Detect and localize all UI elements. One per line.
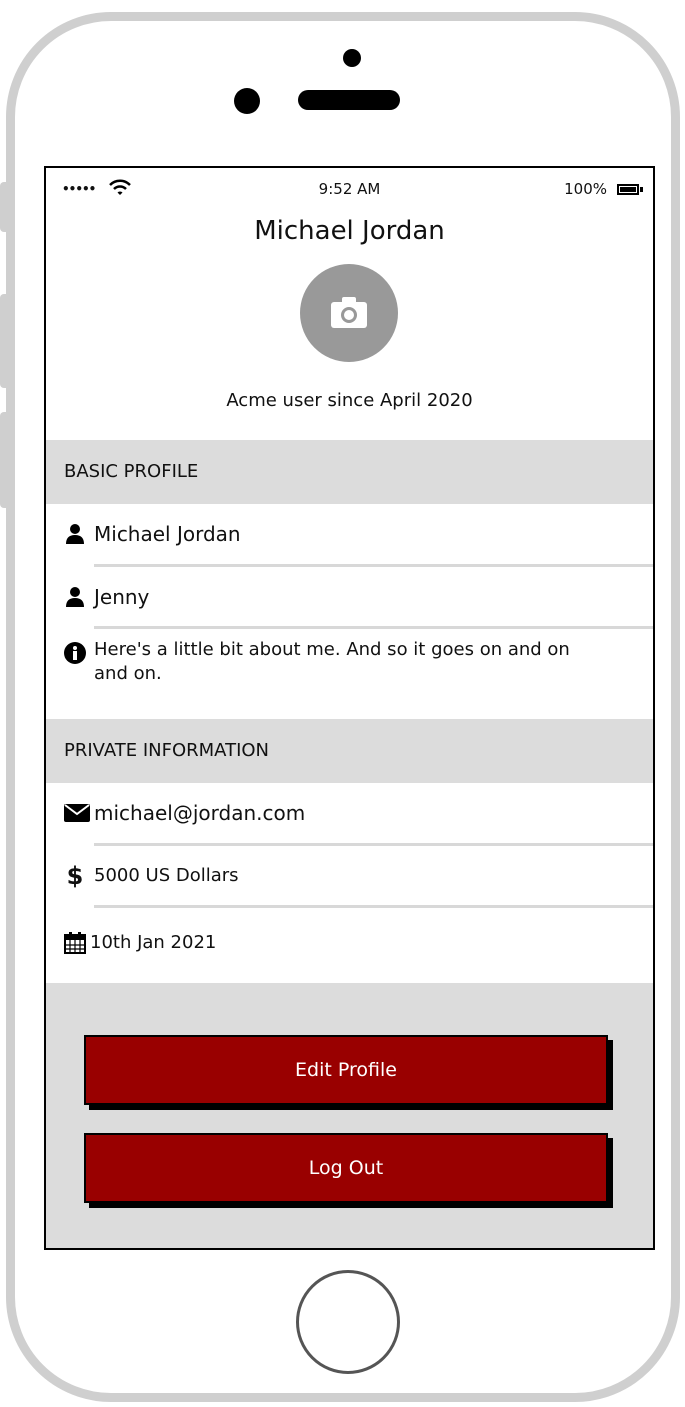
section-header-private-information: PRIVATE INFORMATION: [46, 719, 653, 783]
money-row[interactable]: $ 5000 US Dollars: [46, 846, 653, 905]
status-bar: ••••• 9:52 AM 100%: [46, 168, 653, 212]
mute-switch: [0, 182, 9, 232]
volume-down-button: [0, 412, 9, 508]
calendar-icon: [64, 932, 86, 954]
full-name-row[interactable]: Michael Jordan: [46, 504, 653, 564]
volume-up-button: [0, 294, 9, 388]
user-icon: [64, 586, 86, 608]
about-value: Here's a little bit about me. And so it …: [94, 639, 570, 684]
battery-icon: [617, 184, 639, 195]
email-value: michael@jordan.com: [94, 801, 306, 825]
divider: [94, 626, 653, 629]
screen: ••••• 9:52 AM 100% Michael Jordan Acme u…: [44, 166, 655, 1250]
dollar-icon: $: [66, 861, 84, 890]
clock: 9:52 AM: [318, 180, 381, 198]
date-value: 10th Jan 2021: [90, 932, 217, 953]
member-since: Acme user since April 2020: [226, 390, 473, 411]
nickname-row[interactable]: Jenny: [46, 567, 653, 626]
proximity-sensor: [343, 49, 361, 67]
earpiece-speaker: [298, 90, 400, 110]
camera-icon: [331, 297, 367, 328]
battery-percent: 100%: [564, 180, 607, 198]
avatar[interactable]: [300, 264, 398, 362]
profile-name-title: Michael Jordan: [254, 216, 445, 246]
email-row[interactable]: michael@jordan.com: [46, 783, 653, 843]
full-name-value: Michael Jordan: [94, 522, 241, 546]
nickname-value: Jenny: [94, 584, 150, 609]
about-row[interactable]: Here's a little bit about me. And so it …: [46, 638, 653, 708]
log-out-button[interactable]: Log Out: [84, 1133, 608, 1203]
home-button[interactable]: [296, 1270, 400, 1374]
edit-profile-button[interactable]: Edit Profile: [84, 1035, 608, 1105]
info-icon: [64, 642, 86, 664]
front-camera: [234, 88, 260, 114]
section-header-basic-profile: BASIC PROFILE: [46, 440, 653, 504]
actions-panel: [46, 983, 653, 1248]
date-row[interactable]: 10th Jan 2021: [46, 908, 653, 978]
envelope-icon: [64, 802, 90, 824]
user-icon: [64, 523, 86, 545]
money-value: 5000 US Dollars: [94, 864, 239, 886]
battery-tip: [640, 187, 643, 192]
